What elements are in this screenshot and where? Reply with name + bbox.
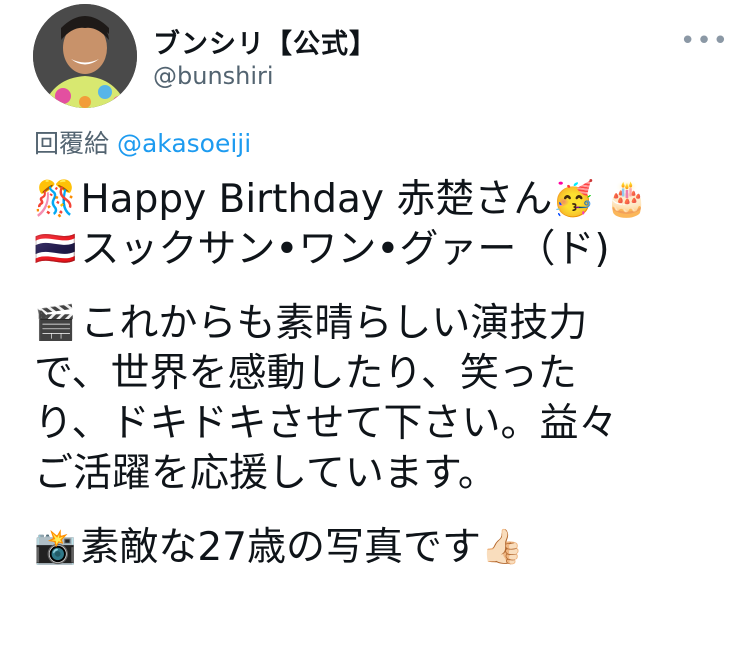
reply-prefix: 回覆給 xyxy=(34,129,110,158)
tweet-line: り、ドキドキさせて下さい。益々 xyxy=(34,398,734,448)
more-options-icon[interactable]: ••• xyxy=(680,26,729,56)
tweet-line-text: ご活躍を応援しています。 xyxy=(34,450,497,496)
thumbs-up-emoji-icon: 👍🏻 xyxy=(480,527,524,567)
tweet-line-text: これからも素晴らしい演技力 xyxy=(80,300,588,346)
user-handle[interactable]: @bunshiri xyxy=(153,62,274,90)
tweet-text: 🎊 Happy Birthday 赤楚さん 🥳 🎂 🇹🇭 スックサン•ワン•グァ… xyxy=(34,174,734,572)
tweet-line-text: Happy Birthday 赤楚さん xyxy=(80,176,553,222)
tweet-line-text: 素敵な27歳の写真です xyxy=(80,524,481,570)
tweet-line-text: スックサン•ワン•グァー（ド) xyxy=(80,226,610,272)
tweet-line-text: り、ドキドキさせて下さい。益々 xyxy=(34,400,618,446)
tweet-line: ご活躍を応援しています。 xyxy=(34,448,734,498)
clapper-emoji-icon: 🎬 xyxy=(34,303,77,343)
tweet-line: 🎊 Happy Birthday 赤楚さん 🥳 🎂 xyxy=(34,174,734,224)
reply-context: 回覆給 @akasoeiji xyxy=(34,124,251,160)
avatar-photo xyxy=(33,4,137,108)
camera-flash-emoji-icon: 📸 xyxy=(34,527,77,567)
tweet-line: 🎬 これからも素晴らしい演技力 xyxy=(34,298,734,348)
confetti-emoji-icon: 🎊 xyxy=(34,179,77,219)
tweet-line: 🇹🇭 スックサン•ワン•グァー（ド) xyxy=(34,224,734,274)
avatar[interactable] xyxy=(33,4,137,108)
reply-mention-link[interactable]: @akasoeiji xyxy=(117,129,251,158)
display-name[interactable]: ブンシリ【公式】 xyxy=(153,22,377,61)
party-cake-emoji-icon: 🥳 🎂 xyxy=(552,179,648,219)
tweet-line: で、世界を感動したり、笑った xyxy=(34,348,734,398)
tweet-line-text: で、世界を感動したり、笑った xyxy=(34,350,577,396)
thailand-flag-emoji-icon: 🇹🇭 xyxy=(34,229,77,269)
tweet-line: 📸 素敵な27歳の写真です 👍🏻 xyxy=(34,522,734,572)
